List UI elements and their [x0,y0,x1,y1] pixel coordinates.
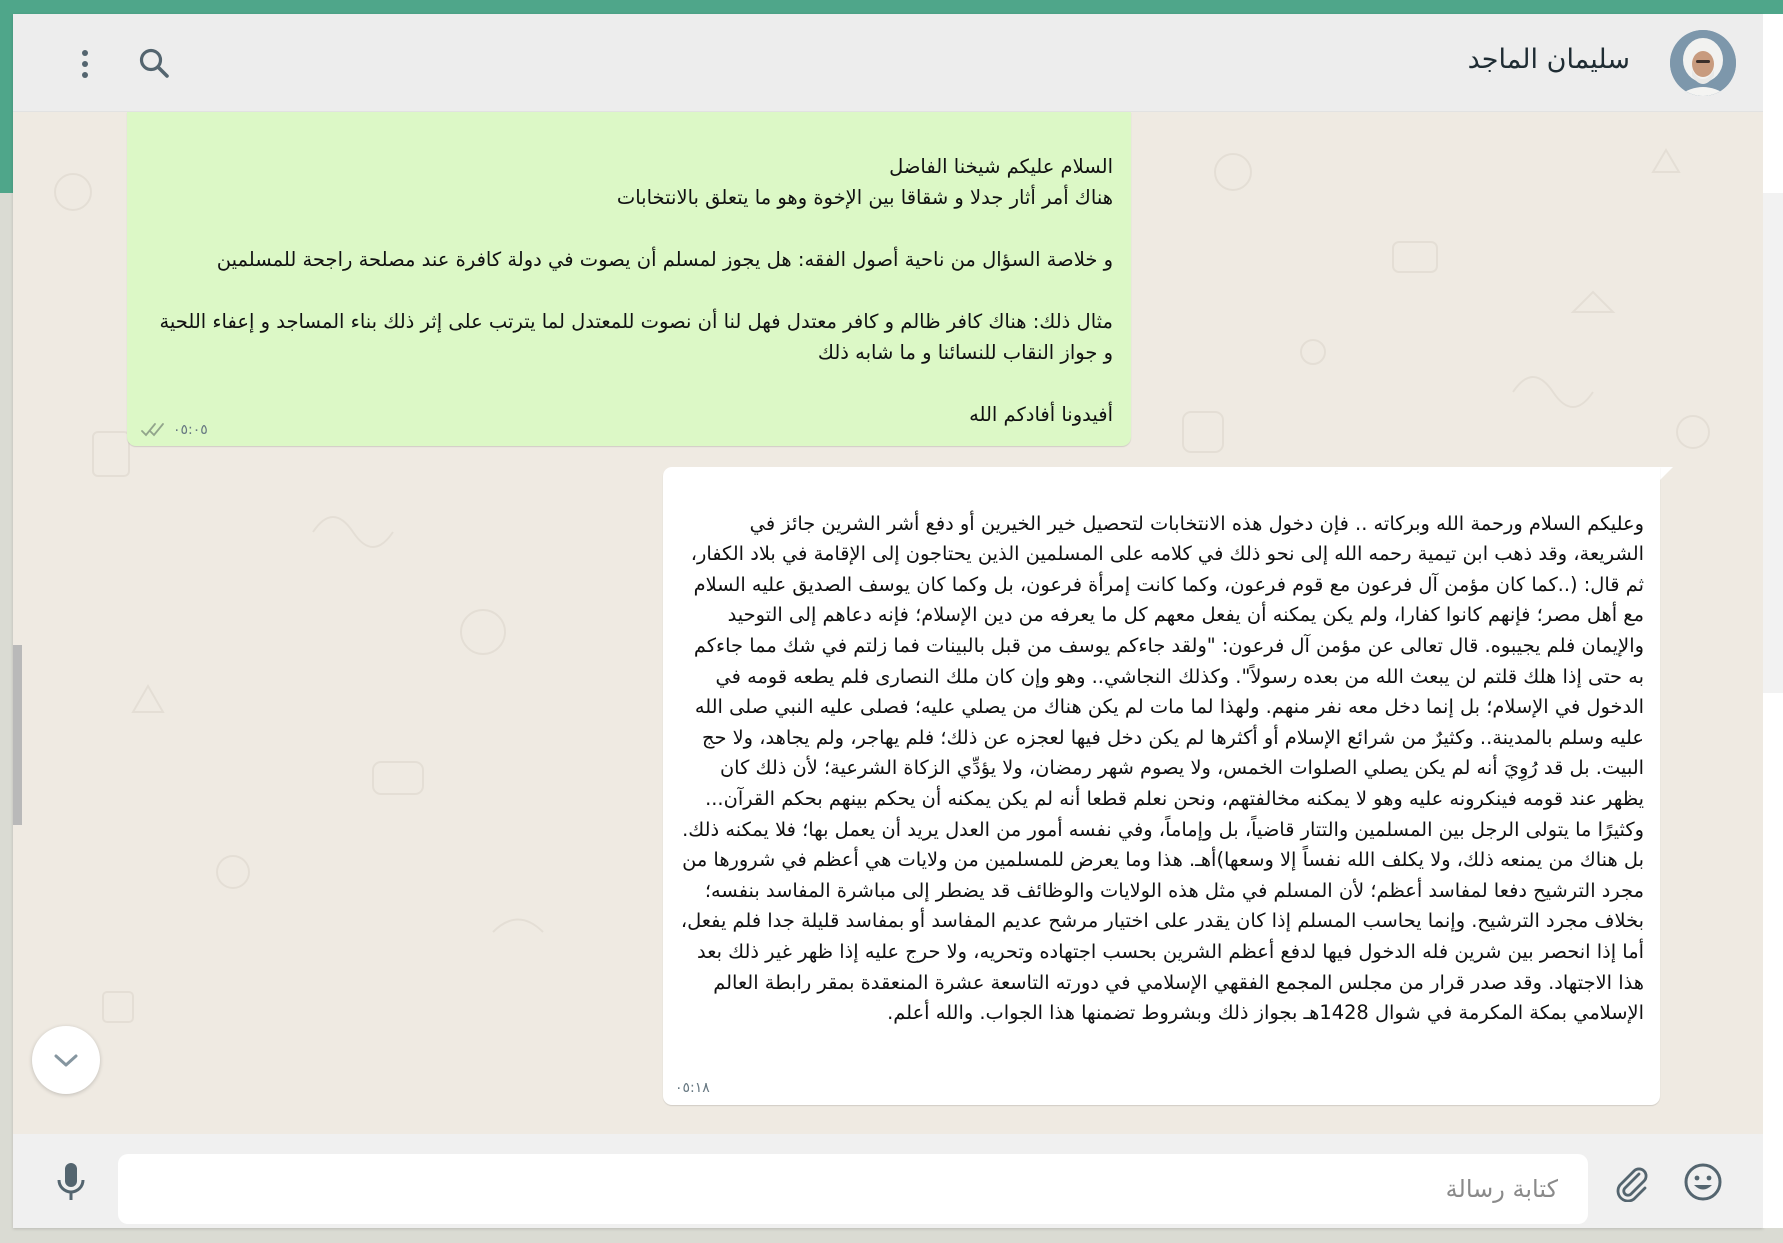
message-outgoing[interactable]: السلام عليكم شيخنا الفاضل هناك أمر أثار … [127,112,1131,446]
message-incoming[interactable]: وعليكم السلام ورحمة الله وبركاته .. فإن … [663,467,1660,1105]
search-button[interactable] [135,44,175,84]
bubble-tail [1659,467,1673,481]
paperclip-icon [1616,1167,1648,1203]
scroll-down-button[interactable] [32,1026,100,1094]
attach-button[interactable] [1611,1162,1651,1203]
emoji-button[interactable] [1681,1160,1725,1204]
sheikh-avatar-icon [1670,30,1736,96]
chevron-down-icon [54,1054,78,1067]
menu-button[interactable] [57,44,97,84]
message-meta: ٠٥:١٨ [675,1081,710,1095]
message-meta: ٠٥:٠٥ [141,422,208,438]
emoji-icon [1684,1163,1722,1201]
composer-bar [13,1134,1763,1228]
right-scrollbar[interactable] [1763,193,1783,693]
left-scrollbar[interactable] [13,645,22,825]
message-list[interactable]: السلام عليكم شيخنا الفاضل هناك أمر أثار … [13,112,1763,1134]
message-time: ٠٥:٠٥ [173,422,208,438]
search-icon [139,48,169,78]
contact-avatar[interactable] [1670,30,1736,96]
microphone-button[interactable] [51,1158,91,1204]
chat-window: سليمان الماجد السلام عليكم شيخنا الفاضل … [13,14,1763,1228]
message-input[interactable] [118,1154,1588,1224]
double-check-read-icon [141,423,164,437]
message-time: ٠٥:١٨ [675,1080,710,1096]
message-text: السلام عليكم شيخنا الفاضل هناك أمر أثار … [159,155,1113,426]
more-vertical-icon [82,50,88,78]
chat-header: سليمان الماجد [13,14,1763,112]
message-text: وعليكم السلام ورحمة الله وبركاته .. فإن … [680,511,1644,1025]
contact-name[interactable]: سليمان الماجد [1468,44,1630,75]
microphone-icon [57,1163,85,1200]
